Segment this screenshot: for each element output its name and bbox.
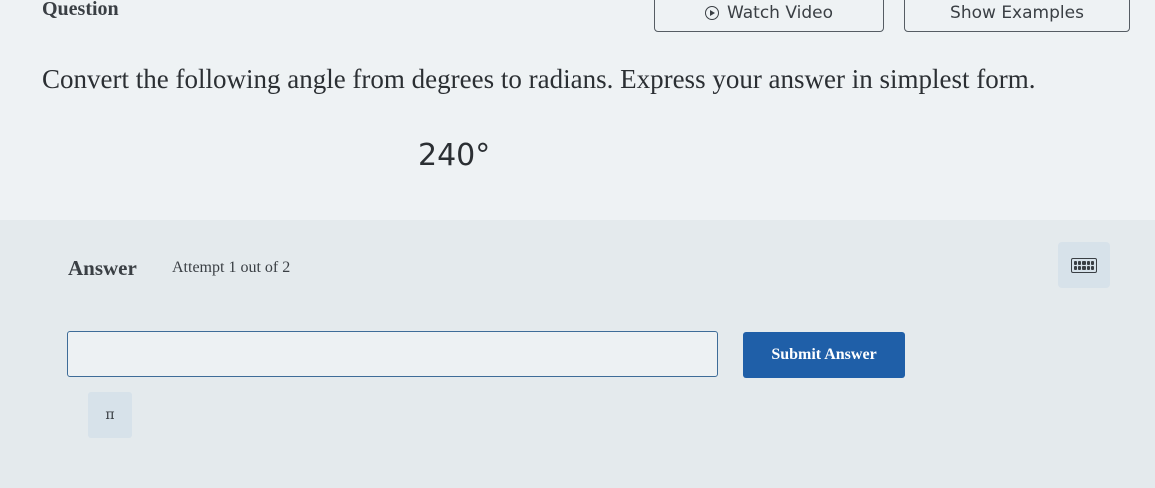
watch-video-button[interactable]: Watch Video: [654, 0, 884, 32]
play-icon: [705, 6, 720, 20]
question-prompt: Convert the following angle from degrees…: [42, 64, 1036, 94]
keyboard-toggle-button[interactable]: [1058, 242, 1110, 288]
answer-input[interactable]: [67, 331, 718, 377]
show-examples-button[interactable]: Show Examples: [904, 0, 1130, 32]
pi-symbol-button[interactable]: π: [88, 392, 132, 438]
angle-value: 240°: [418, 138, 491, 173]
watch-video-label: Watch Video: [727, 3, 833, 23]
answer-heading: Answer: [68, 256, 137, 280]
keyboard-icon: [1071, 257, 1097, 273]
show-examples-label: Show Examples: [950, 3, 1084, 23]
attempt-counter: Attempt 1 out of 2: [172, 259, 291, 276]
submit-answer-button[interactable]: Submit Answer: [743, 332, 905, 378]
question-heading: Question: [42, 0, 119, 20]
question-panel: [0, 0, 1155, 220]
